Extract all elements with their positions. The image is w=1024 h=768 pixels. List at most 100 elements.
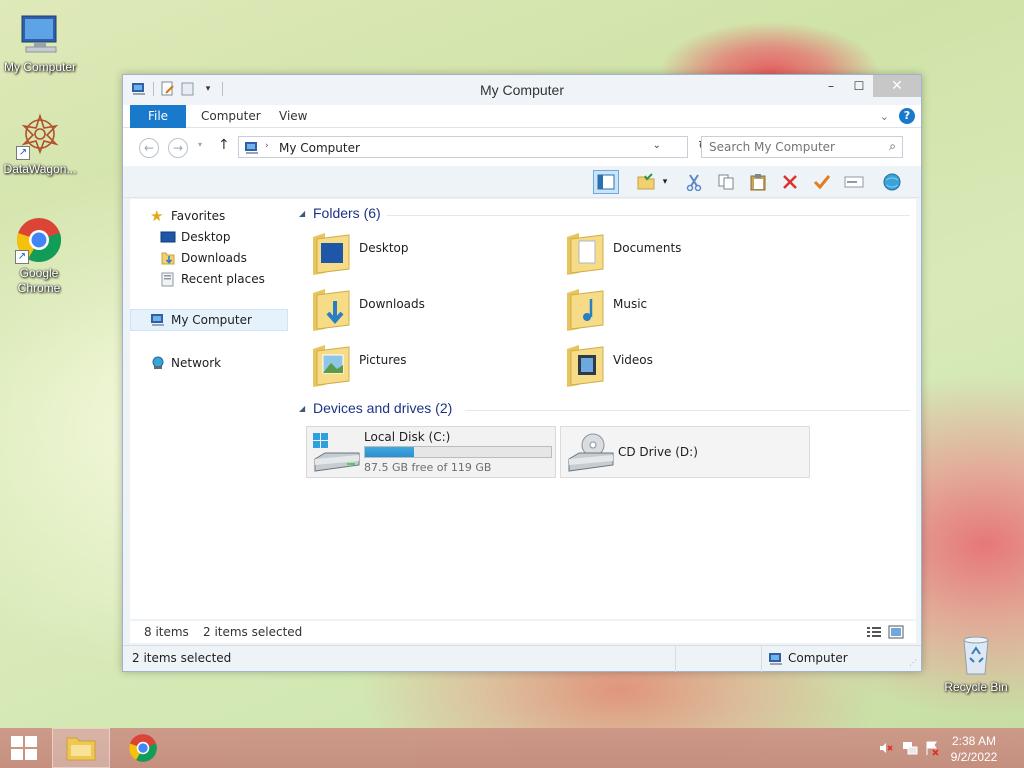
breadcrumb-chevron-icon[interactable]: ›: [265, 141, 269, 151]
recent-places-icon: [160, 271, 176, 287]
collapse-triangle-icon[interactable]: ◢: [299, 209, 305, 218]
drive-free-space: 87.5 GB free of 119 GB: [364, 461, 492, 474]
music-folder-icon: [563, 285, 607, 333]
paste-icon[interactable]: [745, 170, 771, 194]
group-header-folders[interactable]: ◢ Folders (6): [295, 205, 910, 225]
sidebar-item-recent-places[interactable]: Recent places: [130, 268, 288, 290]
star-icon: ★: [150, 207, 164, 225]
computer-icon: [16, 10, 64, 58]
desktop-icon-google-chrome[interactable]: ↗ Google Chrome: [0, 216, 78, 296]
up-button[interactable]: ↑: [218, 137, 230, 153]
resize-grip-icon[interactable]: ⋰: [909, 658, 917, 667]
drive-tile-cd-drive[interactable]: CD Drive (D:): [560, 426, 810, 478]
videos-folder-icon: [563, 341, 607, 389]
ribbon-right-controls: ⌄ ?: [880, 108, 915, 124]
sidebar-item-favorites[interactable]: ★ Favorites: [130, 205, 288, 227]
taskbar-file-explorer[interactable]: [52, 728, 110, 768]
sidebar-item-my-computer[interactable]: My Computer: [130, 309, 288, 331]
search-input[interactable]: [702, 137, 872, 157]
minimize-button[interactable]: –: [817, 75, 845, 97]
divider: [761, 646, 762, 672]
close-button[interactable]: ✕: [873, 75, 921, 97]
file-explorer-icon: [66, 737, 96, 761]
select-dropdown-icon[interactable]: ▾: [657, 170, 673, 194]
clock-time: 2:38 AM: [951, 734, 997, 748]
desktop-icon: [160, 229, 176, 245]
drive-tile-local-disk[interactable]: Local Disk (C:) 87.5 GB free of 119 GB: [306, 426, 556, 478]
preview-pane-button[interactable]: [593, 170, 619, 194]
folder-name: Desktop: [359, 241, 409, 255]
tab-file[interactable]: File: [130, 105, 186, 128]
help-icon[interactable]: ?: [899, 108, 915, 124]
status-selected: 2 items selected: [132, 651, 232, 665]
search-icon[interactable]: ⌕: [889, 139, 896, 154]
title-bar[interactable]: ▾ My Computer – ☐ ✕: [123, 75, 921, 105]
clock[interactable]: 2:38 AM 9/2/2022: [944, 733, 1004, 765]
folder-tile-documents[interactable]: Documents: [555, 225, 805, 281]
folder-tile-music[interactable]: Music: [555, 281, 805, 337]
rename-icon[interactable]: [841, 170, 867, 194]
network-globe-icon[interactable]: [879, 170, 905, 194]
datawagon-logo-icon: ↗: [16, 112, 64, 160]
address-field[interactable]: › My Computer ⌄ ↻: [238, 136, 709, 158]
folder-name: Pictures: [359, 353, 407, 367]
group-title: Folders (6): [313, 205, 381, 221]
drive-usage-bar: [364, 446, 552, 458]
sidebar-item-desktop[interactable]: Desktop: [130, 226, 288, 248]
folder-name: Videos: [613, 353, 653, 367]
sidebar-item-network[interactable]: Network: [130, 352, 288, 374]
volume-muted-icon[interactable]: [878, 740, 894, 759]
start-button[interactable]: [0, 728, 48, 768]
chrome-icon: ↗: [15, 216, 63, 264]
sidebar-item-label: Downloads: [181, 251, 247, 265]
sidebar-item-downloads[interactable]: Downloads: [130, 247, 288, 269]
tab-computer[interactable]: Computer: [189, 105, 273, 128]
back-button[interactable]: ←: [139, 138, 159, 158]
select-icon[interactable]: [633, 170, 659, 194]
taskbar-chrome[interactable]: [114, 728, 172, 768]
breadcrumb[interactable]: My Computer: [279, 141, 360, 155]
selected-count: 2 items selected: [203, 625, 303, 639]
recent-locations-icon[interactable]: ▾: [198, 140, 202, 149]
network-tray-icon[interactable]: [902, 740, 918, 759]
folder-tile-downloads[interactable]: Downloads: [301, 281, 551, 337]
delete-icon[interactable]: [777, 170, 803, 194]
forward-button[interactable]: →: [168, 138, 188, 158]
action-center-icon[interactable]: [924, 740, 940, 759]
desktop-icon-datawagon[interactable]: ↗ DataWagon...: [0, 112, 80, 177]
checkmark-icon[interactable]: [809, 170, 835, 194]
large-icons-view-icon[interactable]: [888, 625, 904, 642]
folder-tile-videos[interactable]: Videos: [555, 337, 805, 393]
system-tray: 2:38 AM 9/2/2022: [864, 728, 1024, 768]
details-view-icon[interactable]: [866, 625, 882, 642]
ribbon-tabs: File Computer View ⌄ ?: [123, 105, 921, 128]
window-controls: – ☐ ✕: [817, 75, 921, 97]
group-divider: [465, 410, 910, 411]
item-count: 8 items: [144, 625, 189, 639]
clock-date: 9/2/2022: [950, 750, 998, 764]
cd-drive-icon: [565, 431, 615, 475]
taskbar: 2:38 AM 9/2/2022: [0, 728, 1024, 768]
recycle-bin-icon: [952, 630, 1000, 678]
group-divider: [387, 215, 910, 216]
sidebar-item-label: Desktop: [181, 230, 231, 244]
collapse-triangle-icon[interactable]: ◢: [299, 404, 305, 413]
tab-view[interactable]: View: [267, 105, 319, 128]
content-area: ★ Favorites Desktop Downloads Recent pla…: [130, 199, 916, 619]
copy-icon[interactable]: [713, 170, 739, 194]
navigation-pane: ★ Favorites Desktop Downloads Recent pla…: [130, 199, 290, 619]
desktop-icon-recycle-bin[interactable]: Recycle Bin: [936, 630, 1016, 695]
folder-tile-desktop[interactable]: Desktop: [301, 225, 551, 281]
folder-tile-pictures[interactable]: Pictures: [301, 337, 551, 393]
drive-name: Local Disk (C:): [364, 430, 451, 444]
folder-name: Downloads: [359, 297, 425, 311]
maximize-button[interactable]: ☐: [845, 75, 873, 97]
expand-ribbon-icon[interactable]: ⌄: [880, 110, 889, 123]
explorer-window: ▾ My Computer – ☐ ✕ File Computer View ⌄…: [122, 74, 922, 672]
window-title: My Computer: [479, 82, 565, 98]
desktop-icon-my-computer[interactable]: My Computer: [0, 10, 80, 75]
documents-folder-icon: [563, 229, 607, 277]
cut-icon[interactable]: [681, 170, 707, 194]
group-header-devices[interactable]: ◢ Devices and drives (2): [295, 400, 910, 420]
address-dropdown-icon[interactable]: ⌄: [653, 140, 661, 151]
